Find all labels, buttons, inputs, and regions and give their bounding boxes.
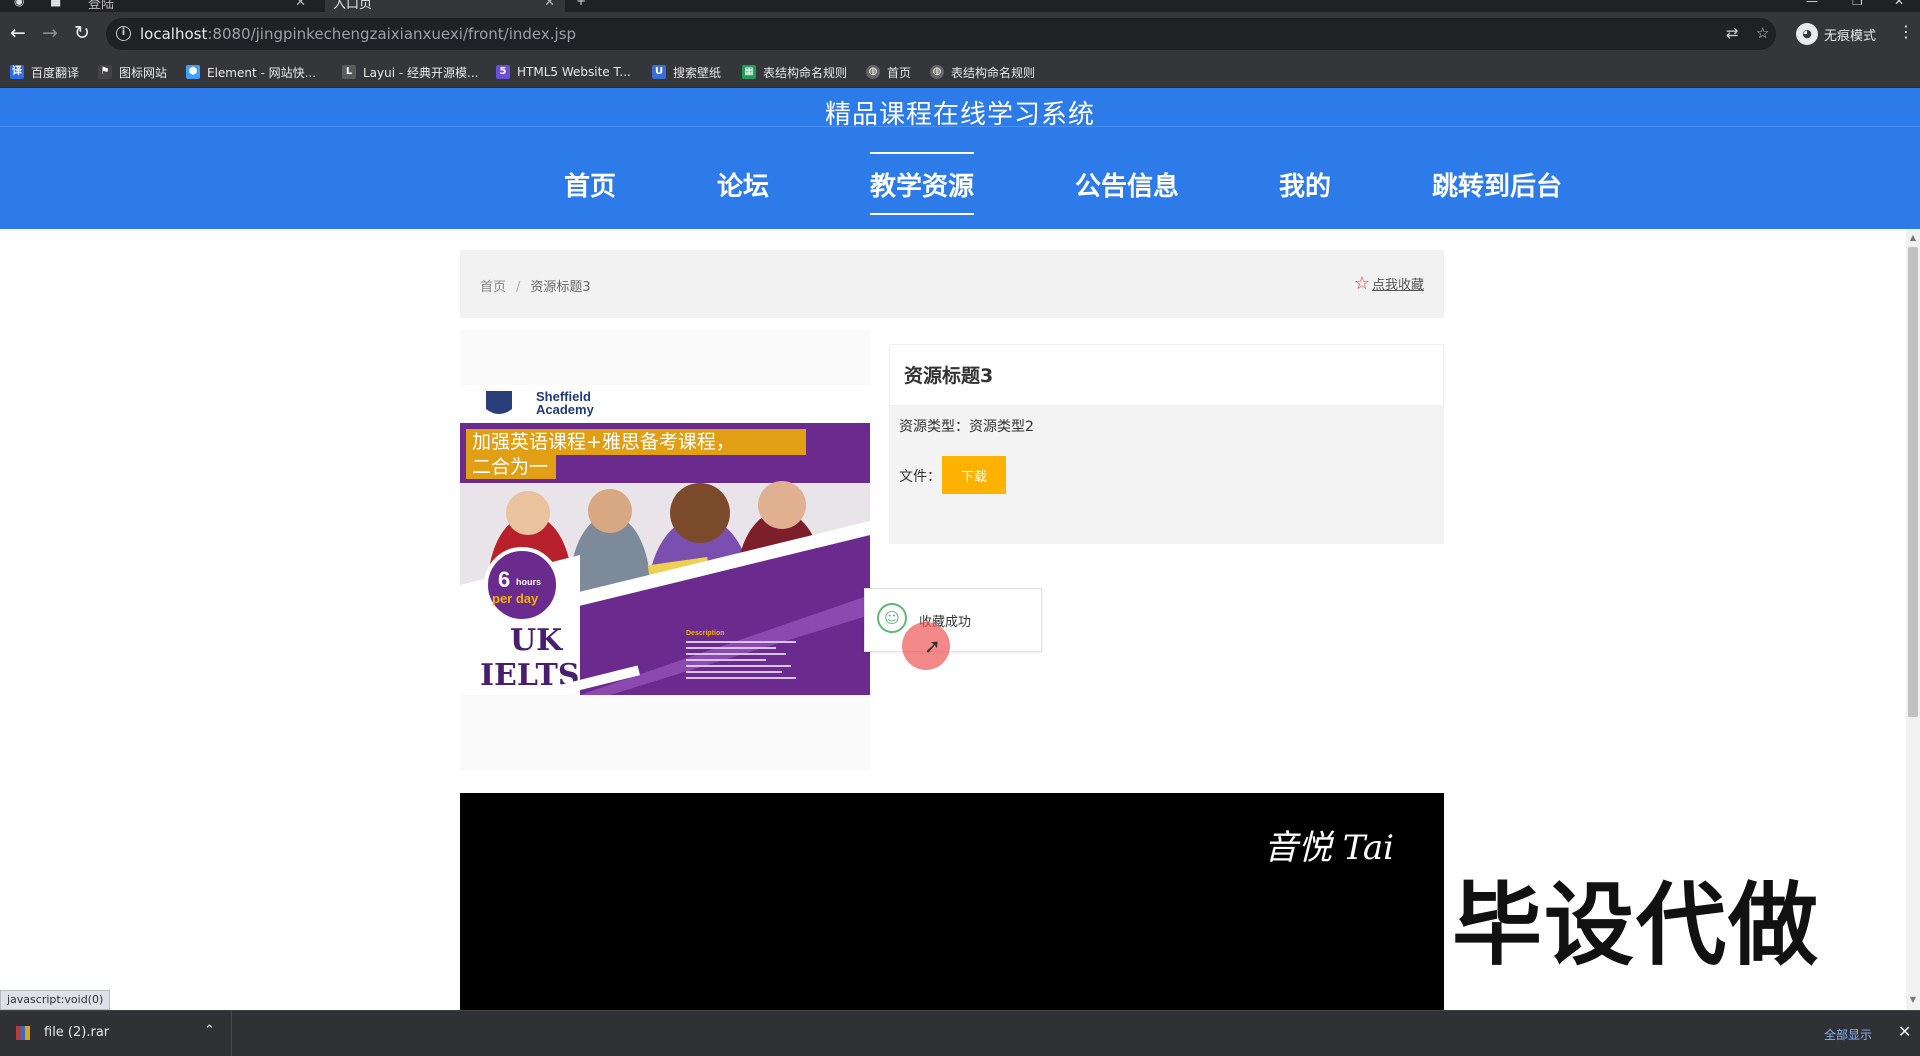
reload-icon[interactable]: ↻ — [70, 22, 94, 44]
close-shelf-icon[interactable]: ✕ — [1898, 1022, 1911, 1041]
download-button[interactable]: 下载 — [942, 456, 1006, 494]
breadcrumb-separator: / — [516, 280, 521, 295]
tab-login[interactable]: 登陆 ✕ — [80, 0, 316, 12]
tab-entry[interactable]: 入口页 ✕ — [325, 0, 565, 12]
browser-tab-strip: ◉ ■ 登陆 ✕ 入口页 ✕ + — ❐ ✕ — [0, 0, 1920, 12]
breadcrumb-current: 资源标题3 — [530, 280, 591, 295]
show-all-downloads-link[interactable]: 全部显示 — [1824, 1026, 1872, 1043]
address-toolbar: ← → ↻ i localhost:8080/jingpinkechengzai… — [0, 12, 1920, 56]
wallpaper-icon: U — [652, 65, 666, 79]
smile-icon: ☺ — [877, 603, 907, 633]
resource-type-value: 资源类型2 — [969, 419, 1034, 435]
bookmark-item[interactable]: ⬢ Element - 网站快... — [186, 63, 316, 81]
signature-watermark: 音悦 Tai — [1264, 828, 1394, 868]
url-text: localhost:8080/jingpinkechengzaixianxuex… — [140, 25, 577, 43]
sheet-icon: ▦ — [742, 65, 756, 79]
bookmarks-bar: 译 百度翻译 ⚑ 图标网站 ⬢ Element - 网站快... L Layui… — [0, 56, 1920, 88]
chevron-up-icon[interactable]: ⌃ — [204, 1023, 215, 1038]
back-arrow-icon[interactable]: ← — [6, 22, 30, 44]
archive-file-icon — [16, 1026, 30, 1040]
nav-item-forum[interactable]: 论坛 — [717, 166, 769, 203]
tab-close-icon[interactable]: ✕ — [295, 0, 306, 10]
bookmark-item[interactable]: 译 百度翻译 — [10, 63, 79, 81]
minimize-icon[interactable]: — — [1806, 0, 1818, 8]
breadcrumb-home-link[interactable]: 首页 — [480, 280, 506, 295]
translate-page-icon[interactable]: ⇄ — [1726, 24, 1739, 42]
info-icon[interactable]: i — [116, 26, 131, 41]
poster-desc-heading: Description — [686, 630, 725, 637]
main-nav: 首页 论坛 教学资源 公告信息 我的 跳转到后台 — [0, 128, 1920, 228]
bookmark-item[interactable]: ◍ 首页 — [866, 63, 911, 81]
bookmark-item[interactable]: ◍ 表结构命名规则 — [930, 63, 1035, 81]
html5-icon: 5 — [496, 65, 510, 79]
resource-file-label: 文件： — [899, 469, 941, 485]
header-divider — [0, 126, 1920, 127]
incognito-label: 无痕模式 — [1824, 28, 1877, 44]
resource-type-label: 资源类型： — [899, 419, 969, 435]
nav-item-resources[interactable]: 教学资源 — [870, 152, 975, 215]
resource-title-bar: 资源标题3 — [889, 344, 1444, 406]
download-file-name: file (2).rar — [44, 1025, 110, 1040]
new-tab-icon[interactable]: + — [576, 0, 586, 8]
bookmark-item[interactable]: ▦ 表结构命名规则 — [742, 63, 847, 81]
nav-item-mine[interactable]: 我的 — [1279, 166, 1331, 203]
favorite-label: 点我收藏 — [1371, 278, 1424, 293]
tab-close-icon[interactable]: ✕ — [544, 0, 555, 10]
poster-headline-line1: 加强英语课程+雅思备考课程， — [472, 431, 735, 453]
bookmark-item[interactable]: 5 HTML5 Website T... — [496, 63, 631, 81]
nav-item-admin[interactable]: 跳转到后台 — [1432, 166, 1562, 203]
favorite-success-toast: ☺ 收藏成功 — [864, 588, 1042, 652]
browser-menu-icon[interactable]: ⋮ — [1898, 22, 1914, 41]
bookmark-item[interactable]: U 搜索壁纸 — [652, 63, 721, 81]
resource-poster-image: Sheffield Academy 加强英语课程+雅思备考课程， 二合为一 6 … — [460, 385, 870, 695]
favorite-link[interactable]: ☆ 点我收藏 — [1354, 274, 1424, 293]
bookmark-star-icon[interactable]: ☆ — [1756, 24, 1769, 42]
scrollbar-thumb[interactable] — [1908, 247, 1918, 717]
window-close-icon[interactable]: ✕ — [1894, 0, 1904, 8]
forward-arrow-icon[interactable]: → — [38, 22, 62, 44]
poster-headline-line2: 二合为一 — [472, 456, 548, 478]
url-input[interactable]: i localhost:8080/jingpinkechengzaixianxu… — [106, 18, 1776, 50]
globe-icon: ◍ — [866, 65, 880, 79]
scroll-down-icon[interactable]: ▼ — [1908, 995, 1918, 1004]
breadcrumb: 首页 / 资源标题3 ☆ 点我收藏 — [460, 250, 1444, 318]
resource-image-card: Sheffield Academy 加强英语课程+雅思备考课程， 二合为一 6 … — [460, 330, 870, 770]
download-shelf: file (2).rar ⌃ 全部显示 ✕ — [0, 1010, 1920, 1056]
window-menu-icon[interactable]: ■ — [50, 0, 61, 8]
poster-badge-number: 6 — [498, 567, 510, 592]
globe-icon: ◍ — [930, 65, 944, 79]
resource-info-panel: 资源标题3 资源类型：资源类型2 文件： 下载 — [889, 344, 1444, 544]
poster-illustration: Sheffield Academy 加强英语课程+雅思备考课程， 二合为一 6 … — [460, 385, 870, 695]
bookmark-item[interactable]: ⚑ 图标网站 — [98, 63, 167, 81]
resource-title: 资源标题3 — [904, 365, 994, 387]
star-icon: ☆ — [1353, 272, 1370, 294]
tab-label: 登陆 — [88, 0, 115, 12]
nav-item-home[interactable]: 首页 — [564, 166, 616, 203]
element-icon: ⬢ — [186, 65, 200, 79]
flag-icon: ⚑ — [98, 65, 112, 79]
page-scrollbar[interactable]: ▲ ▼ — [1906, 229, 1920, 1010]
maximize-icon[interactable]: ❐ — [1852, 0, 1863, 8]
poster-brand-line2: Academy — [536, 402, 595, 417]
mouse-cursor-icon: ➚ — [924, 634, 941, 658]
site-header: 精品课程在线学习系统 首页 论坛 教学资源 公告信息 我的 跳转到后台 — [0, 88, 1920, 229]
nav-item-notices[interactable]: 公告信息 — [1075, 166, 1179, 203]
tab-label: 入口页 — [333, 0, 373, 12]
text-watermark: 毕设代做 — [1452, 873, 1820, 978]
layui-icon: L — [342, 65, 356, 79]
translate-icon: 译 — [10, 65, 24, 79]
incognito-icon: ◕ — [1796, 23, 1818, 45]
bookmark-item[interactable]: L Layui - 经典开源模... — [342, 63, 478, 81]
poster-big-line1: UK — [510, 623, 563, 658]
breadcrumb-trail: 首页 / 资源标题3 — [480, 276, 591, 295]
download-item[interactable]: file (2).rar ⌃ — [0, 1011, 232, 1056]
poster-badge-unit: hours — [516, 577, 541, 587]
incognito-indicator[interactable]: ◕ 无痕模式 — [1796, 18, 1876, 50]
chrome-logo-icon: ◉ — [14, 0, 25, 8]
resource-type-row: 资源类型：资源类型2 — [899, 416, 1034, 436]
scroll-up-icon[interactable]: ▲ — [1908, 233, 1918, 242]
poster-badge-sub: per day — [492, 591, 539, 606]
link-status-bubble: javascript:void(0) — [0, 990, 111, 1010]
